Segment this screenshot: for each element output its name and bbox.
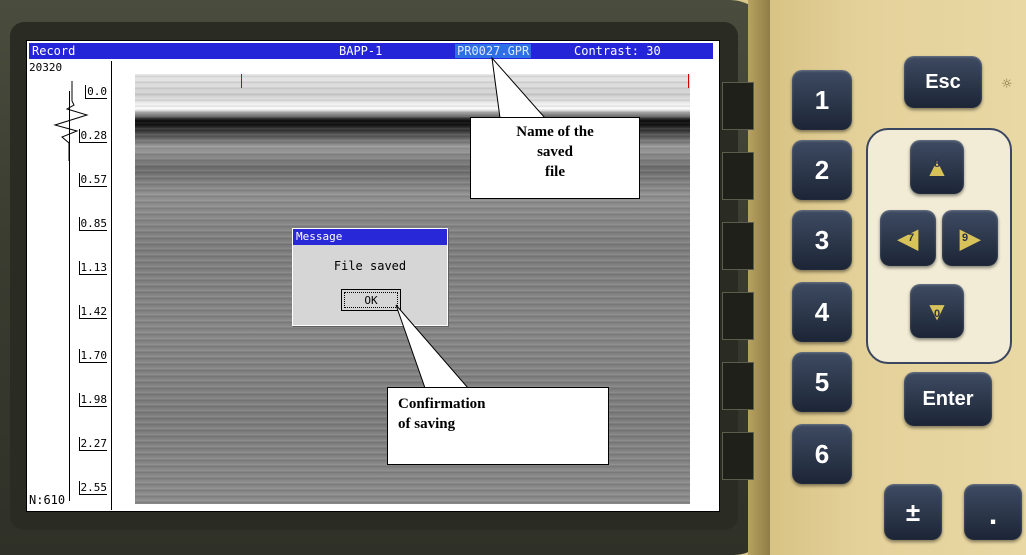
depth-tick: 1.70 <box>78 349 107 363</box>
depth-tick: 0.0 <box>85 85 107 99</box>
bezel-notch <box>722 152 754 200</box>
filename-callout: Name of the saved file <box>470 117 640 199</box>
callout-line: file <box>545 164 565 180</box>
confirmation-callout: Confirmation of saving <box>387 387 609 465</box>
left-key[interactable]: ◀ 7 <box>880 210 936 266</box>
bezel-notch <box>722 292 754 340</box>
key-4[interactable]: 4 <box>792 282 852 342</box>
depth-tick: 1.42 <box>78 305 107 319</box>
up-key[interactable]: ▲ 8 <box>910 140 964 194</box>
brightness-icon: ☼ <box>1002 74 1012 93</box>
right-key-label: 9 <box>962 232 969 244</box>
contrast-value: Contrast: 30 <box>574 44 661 58</box>
right-key[interactable]: ▶ 9 <box>942 210 998 266</box>
key-1[interactable]: 1 <box>792 70 852 130</box>
trace-count: N:610 <box>29 493 66 507</box>
ok-button[interactable]: OK <box>341 289 401 311</box>
depth-tick: 2.55 <box>78 481 107 495</box>
callout-line: Confirmation <box>398 396 486 412</box>
up-key-label: 8 <box>933 158 941 170</box>
bezel-notch <box>722 362 754 410</box>
screen-title: Record <box>32 44 76 58</box>
file-name: PR0027.GPR <box>455 44 532 58</box>
bezel-notch <box>722 82 754 130</box>
title-bar: Record BAPP-1 PR0027.GPR Contrast: 30 <box>27 41 715 60</box>
down-key-label: 0 <box>933 308 941 320</box>
profile-name: BAPP-1 <box>339 44 383 58</box>
down-key[interactable]: ▼ 0 <box>910 284 964 338</box>
esc-key[interactable]: Esc <box>904 56 982 108</box>
depth-tick: 0.28 <box>78 129 107 143</box>
key-2[interactable]: 2 <box>792 140 852 200</box>
plus-minus-key[interactable]: ± <box>884 484 942 540</box>
depth-tick: 1.98 <box>78 393 107 407</box>
dot-key[interactable]: . <box>964 484 1022 540</box>
message-dialog: Message File saved OK <box>292 228 448 326</box>
key-6[interactable]: 6 <box>792 424 852 484</box>
depth-tick: 1.13 <box>78 261 107 275</box>
callout-line: saved <box>537 144 573 160</box>
depth-tick: 0.57 <box>78 173 107 187</box>
depth-top-label: 20320 <box>29 61 63 74</box>
keypad-panel: 1 2 3 4 5 6 Esc ☼ ▲ 8 ◀ 7 ▶ 9 ▼ 0 Enter … <box>770 0 1026 555</box>
depth-tick: 0.85 <box>78 217 107 231</box>
marker-line <box>241 74 242 88</box>
depth-scale-panel: 20320 0.0 0.28 0.57 0.85 1.13 1.42 1.70 … <box>27 61 112 510</box>
depth-tick: 2.27 <box>78 437 107 451</box>
callout-line: of saving <box>398 416 456 432</box>
key-5[interactable]: 5 <box>792 352 852 412</box>
enter-key[interactable]: Enter <box>904 372 992 426</box>
dialog-message: File saved <box>333 259 407 273</box>
marker-line <box>688 74 689 88</box>
dialog-title: Message <box>293 229 447 245</box>
key-3[interactable]: 3 <box>792 210 852 270</box>
left-key-label: 7 <box>908 232 915 244</box>
bezel-notch <box>722 432 754 480</box>
bezel-notch <box>722 222 754 270</box>
callout-line: Name of the <box>516 124 594 140</box>
